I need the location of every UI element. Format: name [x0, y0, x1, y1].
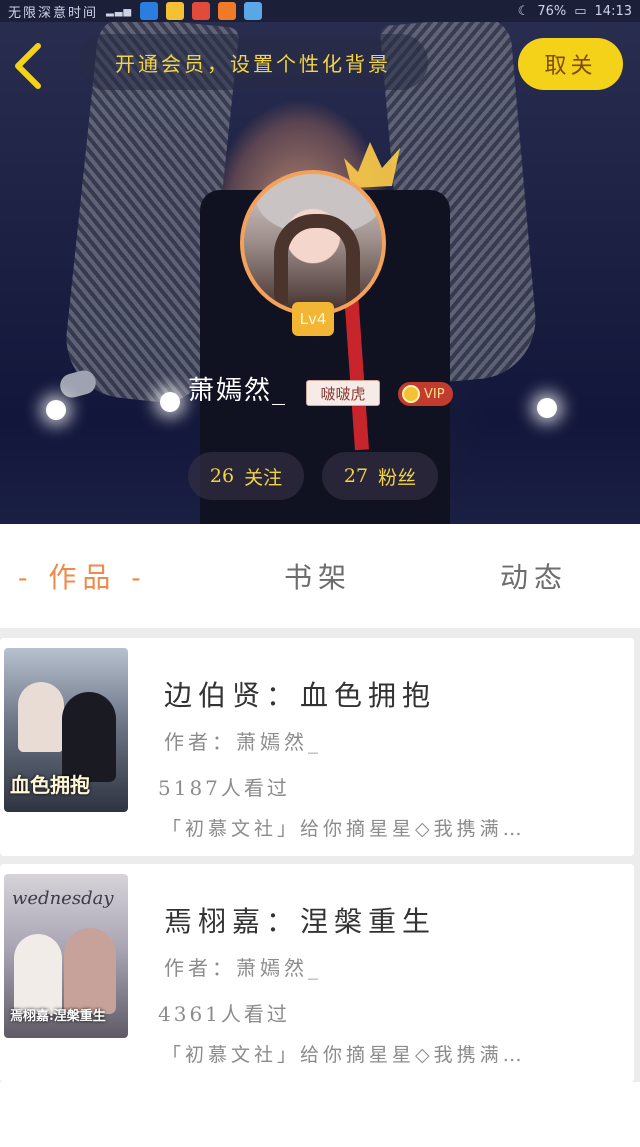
work-card[interactable]: wednesday 焉栩嘉:涅槃重生 焉栩嘉：涅槃重生 作者：萧嫣然_ 4361… — [0, 864, 634, 1082]
cover-figure — [14, 934, 62, 1014]
stage-light — [160, 392, 180, 412]
following-count: 26 — [209, 465, 235, 487]
signal-icon: ▂▃▅ — [106, 5, 133, 17]
work-description: 「初慕文社」给你摘星星◇我携满… — [162, 818, 526, 840]
username: 萧嫣然_ — [188, 376, 288, 406]
tab-moments[interactable]: 动态 — [500, 556, 568, 596]
profile-tabs: - 作品 - 书架 动态 — [0, 524, 640, 628]
level-badge: Lv4 — [292, 302, 334, 336]
promo-text: 开通会员，设置个性化背景 — [115, 51, 391, 76]
work-author: 作者：萧嫣然_ — [164, 730, 322, 754]
page-footer-space — [0, 1082, 640, 1147]
stage-light — [46, 400, 66, 420]
cover-figure — [64, 928, 116, 1014]
work-views: 5187人看过 — [158, 776, 290, 800]
stage-light — [537, 398, 557, 418]
work-card[interactable]: 血色拥抱 边伯贤：血色拥抱 作者：萧嫣然_ 5187人看过 「初慕文社」给你摘星… — [0, 638, 634, 856]
carrier-name: 无限深意时间 — [8, 5, 99, 21]
work-description: 「初慕文社」给你摘星星◇我携满… — [162, 1044, 526, 1066]
fans-stat[interactable]: 27 粉丝 — [322, 452, 438, 500]
fans-label: 粉丝 — [378, 466, 417, 489]
book-cover: wednesday 焉栩嘉:涅槃重生 — [4, 874, 128, 1038]
following-stat[interactable]: 26 关注 — [188, 452, 304, 500]
battery-percent: 76% — [537, 3, 567, 19]
vip-label: VIP — [424, 386, 445, 402]
avatar-image — [274, 214, 360, 304]
clock: 14:13 — [594, 3, 632, 19]
work-title: 边伯贤：血色拥抱 — [164, 679, 437, 712]
chevron-left-icon — [15, 43, 41, 89]
fans-count: 27 — [343, 465, 369, 487]
work-views: 4361人看过 — [158, 1002, 290, 1026]
app-notification-icon — [218, 2, 237, 20]
cover-figure — [18, 682, 64, 752]
vip-promo-banner[interactable]: 开通会员，设置个性化背景 — [78, 34, 428, 90]
work-author: 作者：萧嫣然_ — [164, 956, 322, 980]
tab-bookshelf[interactable]: 书架 — [284, 556, 352, 596]
status-bar: 无限深意时间 ▂▃▅ ☾ 76% ▭ 14:13 — [0, 0, 640, 22]
cover-title: 血色拥抱 — [10, 773, 90, 797]
app-notification-icon — [244, 2, 263, 20]
book-cover: 血色拥抱 — [4, 648, 128, 812]
name-tag: 啵啵虎 — [306, 380, 380, 406]
vip-gem-icon — [402, 385, 420, 403]
cover-title: 焉栩嘉:涅槃重生 — [10, 1009, 106, 1024]
app-notification-icon — [166, 2, 185, 20]
avatar[interactable] — [240, 170, 386, 316]
battery-icon: ▭ — [574, 3, 587, 19]
back-button[interactable] — [8, 40, 48, 92]
vip-badge[interactable]: VIP — [398, 382, 453, 406]
app-notification-icon — [192, 2, 211, 20]
tab-works[interactable]: - 作品 - — [18, 556, 147, 596]
moon-icon: ☾ — [517, 3, 530, 19]
following-label: 关注 — [244, 466, 283, 489]
work-title: 焉栩嘉：涅槃重生 — [164, 905, 437, 938]
unfollow-label: 取关 — [544, 54, 597, 79]
app-notification-icon — [140, 2, 159, 20]
unfollow-button[interactable]: 取关 — [518, 38, 623, 90]
cover-script: wednesday — [12, 888, 114, 909]
